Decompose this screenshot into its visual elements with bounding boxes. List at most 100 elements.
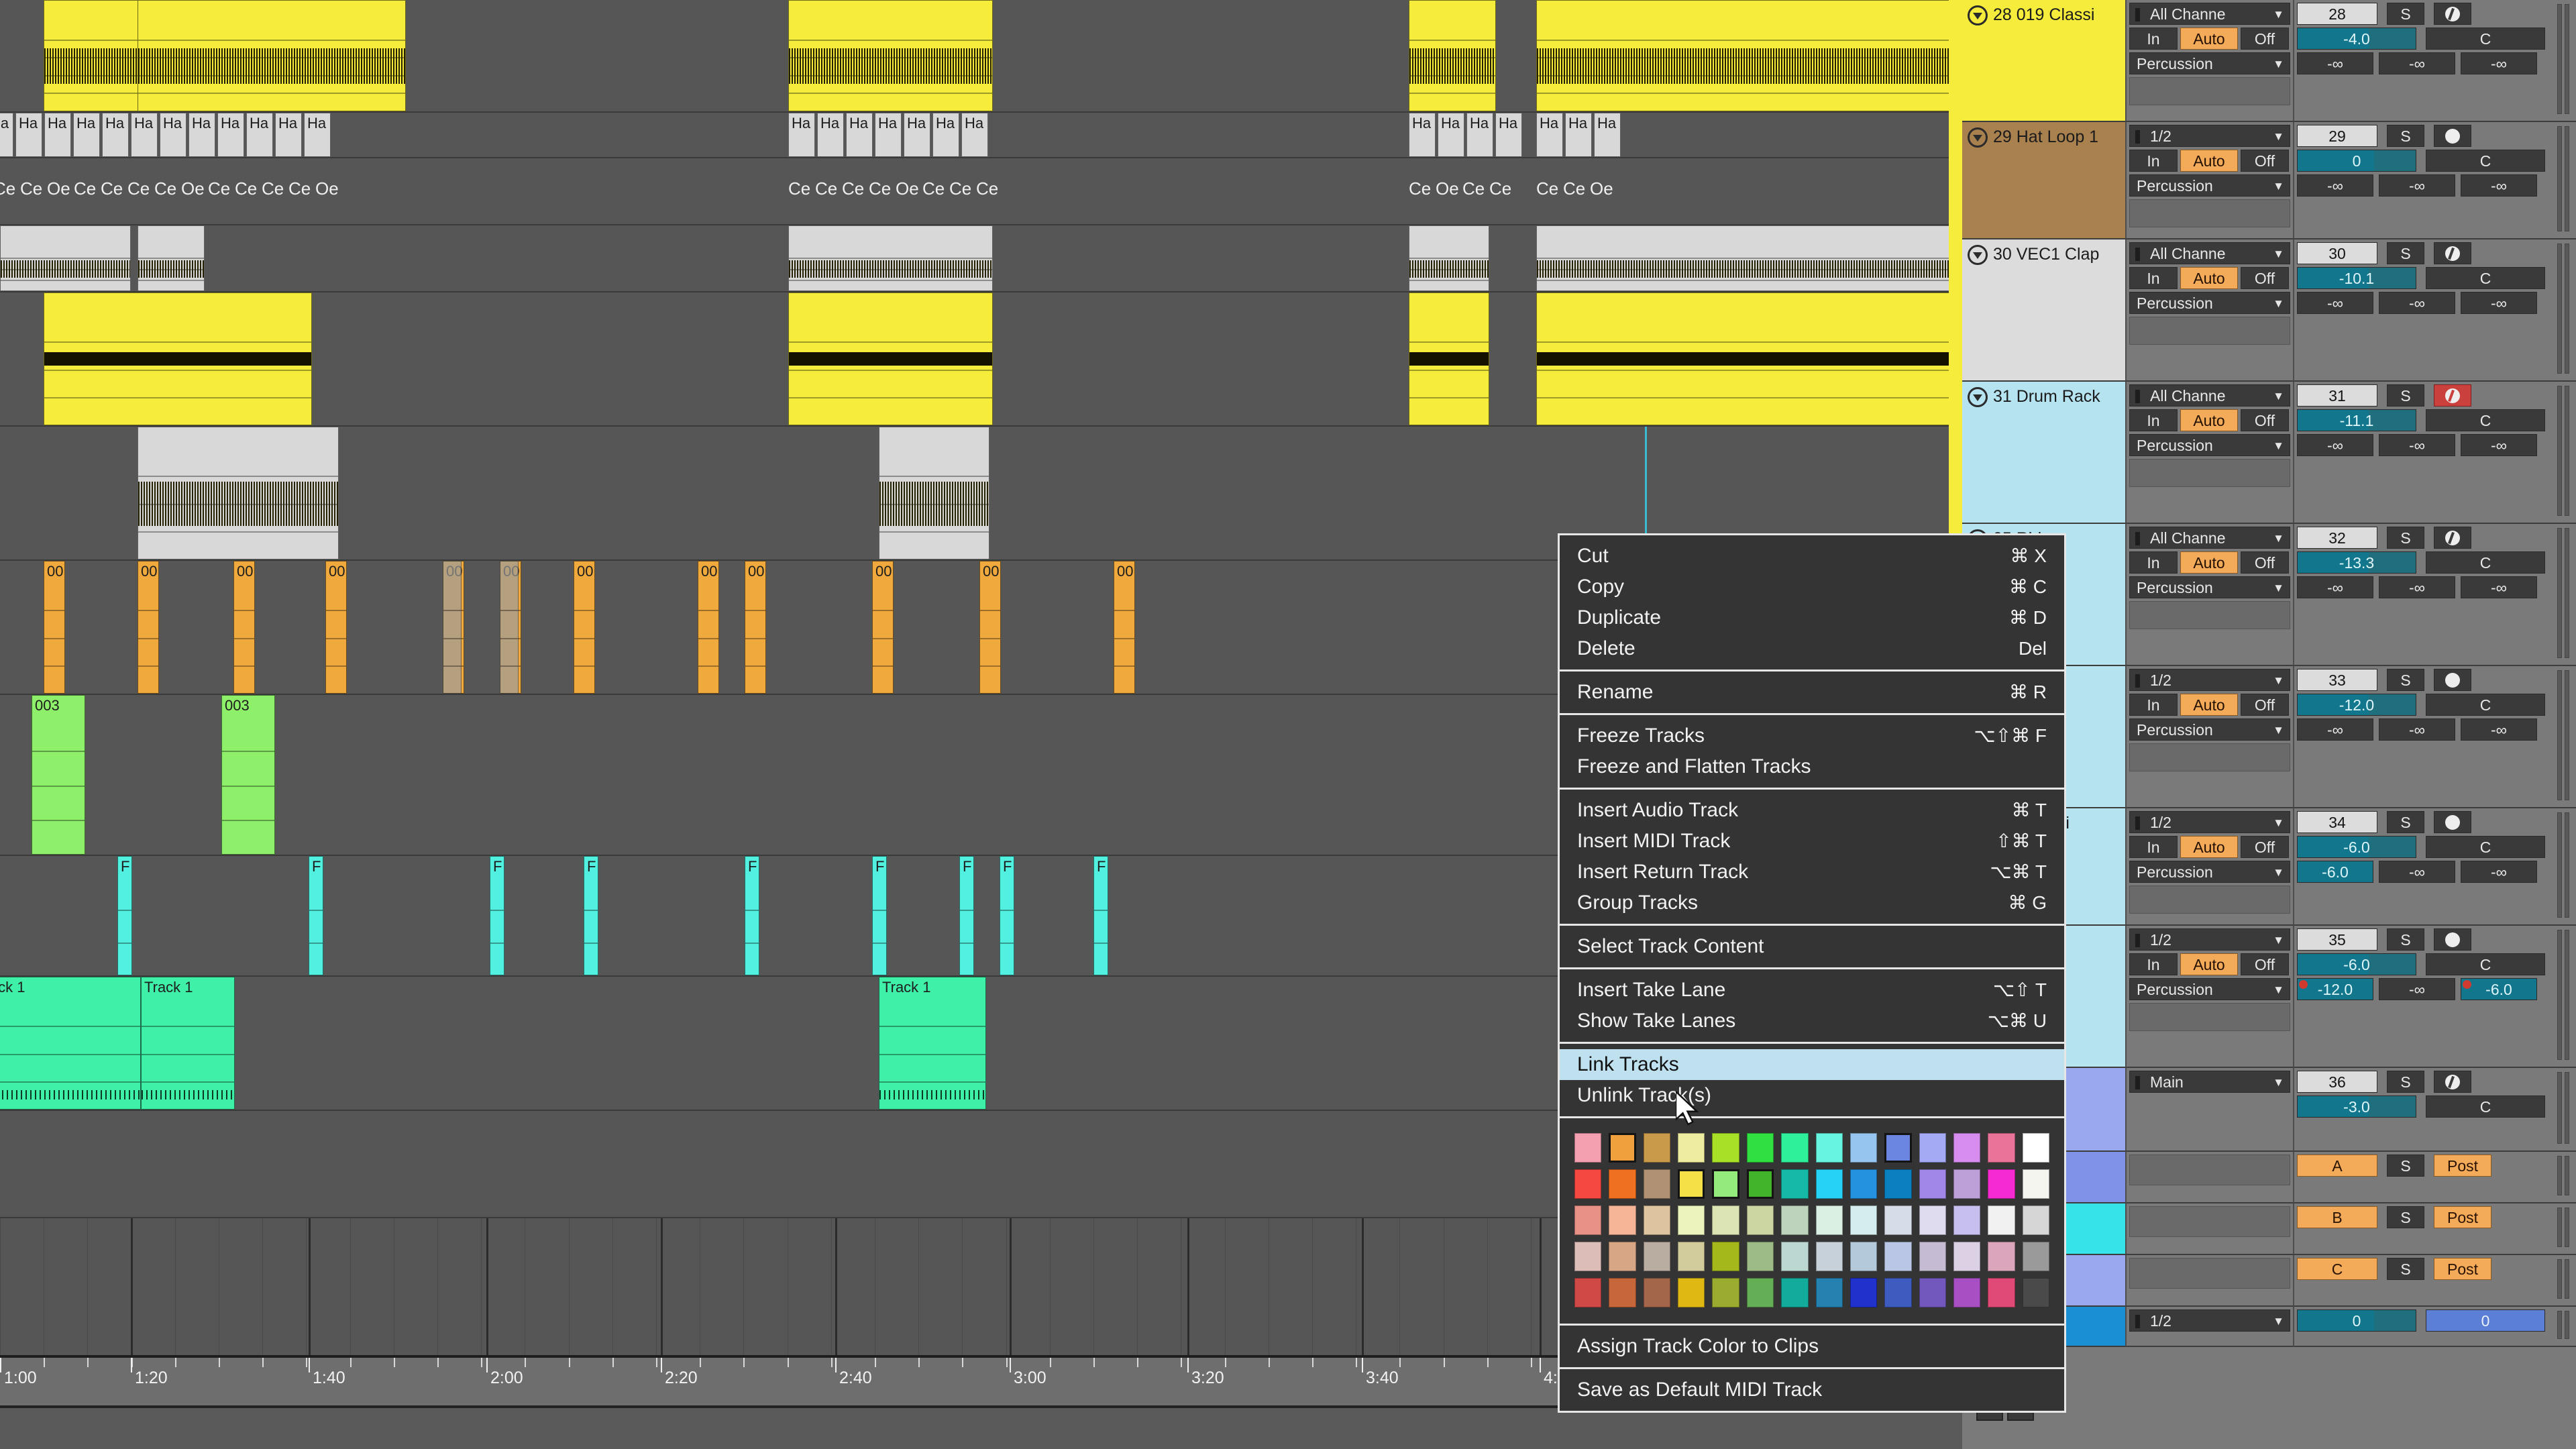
device-slot-placeholder[interactable] (2129, 1003, 2290, 1031)
send-C-display[interactable]: -∞ (2461, 861, 2537, 883)
monitor-off-button[interactable]: Off (2241, 267, 2289, 289)
monitor-in-button[interactable]: In (2129, 694, 2178, 716)
send-C-display[interactable]: -∞ (2461, 52, 2537, 74)
pan-display[interactable]: C (2426, 694, 2545, 716)
arrangement-clip[interactable]: Ha (817, 113, 844, 157)
return-track-mixer-column[interactable]: A S Post (2294, 1152, 2576, 1203)
input-routing-select[interactable]: Main ▼ (2129, 1071, 2290, 1093)
arrangement-clip[interactable] (879, 427, 989, 559)
pan-display[interactable]: C (2426, 28, 2545, 50)
monitor-auto-button[interactable]: Auto (2180, 694, 2238, 716)
arrangement-clip[interactable] (1409, 225, 1489, 291)
solo-button[interactable]: S (2387, 1155, 2424, 1177)
arrangement-clip[interactable]: Ha (904, 113, 930, 157)
arrangement-clip[interactable] (1409, 0, 1496, 111)
menu-item-save-as-default-midi-track[interactable]: Save as Default MIDI Track (1560, 1375, 2064, 1405)
arrangement-clip[interactable]: F (1000, 856, 1014, 975)
arrangement-clip[interactable] (788, 225, 993, 291)
track-number-display[interactable]: 30 (2297, 242, 2377, 264)
arrangement-clip[interactable] (788, 0, 993, 111)
color-swatch[interactable] (2022, 1278, 2049, 1307)
color-swatch[interactable] (1884, 1133, 1912, 1163)
track-mixer-column[interactable]: 35 S -6.0 C -12.0 -∞ -6.0 (2294, 926, 2576, 1068)
arrangement-clip[interactable]: Ha (875, 113, 902, 157)
send-B-display[interactable]: -∞ (2379, 174, 2455, 197)
return-letter-badge[interactable]: C (2297, 1258, 2377, 1280)
arrangement-clip[interactable]: Ha (961, 113, 988, 157)
send-C-display[interactable]: -∞ (2461, 174, 2537, 197)
color-swatch[interactable] (1643, 1169, 1671, 1199)
color-swatch[interactable] (1919, 1242, 1946, 1271)
arrangement-clip[interactable] (138, 225, 205, 291)
color-swatch[interactable] (2022, 1242, 2049, 1271)
arrangement-clip[interactable]: Ha (1466, 113, 1493, 157)
device-slot-placeholder[interactable] (2129, 1155, 2290, 1185)
arrangement-clip[interactable]: Ha (160, 113, 186, 157)
device-slot-placeholder[interactable] (2129, 1258, 2290, 1289)
color-swatch[interactable] (1609, 1278, 1636, 1307)
arrangement-clip[interactable]: Ha (44, 113, 71, 157)
monitor-auto-button[interactable]: Auto (2180, 551, 2238, 574)
track-io-column[interactable]: 1/2 ▼ In Auto Off Percussion ▼ (2127, 926, 2294, 1068)
device-slot-placeholder[interactable] (2129, 885, 2290, 914)
arrangement-clip[interactable]: Ha (1565, 113, 1592, 157)
color-swatch[interactable] (1746, 1205, 1774, 1235)
send-A-display[interactable]: -∞ (2297, 292, 2373, 314)
track-color-palette[interactable] (1560, 1124, 2064, 1318)
input-routing-select[interactable]: 1/2 ▼ (2129, 669, 2290, 691)
send-A-display[interactable]: -∞ (2297, 174, 2373, 197)
track-mixer-column[interactable]: 29 S 0 C -∞ -∞ -∞ (2294, 122, 2576, 239)
arrangement-clip[interactable] (1536, 225, 1962, 291)
send-A-display[interactable]: -∞ (2297, 434, 2373, 456)
send-A-display[interactable]: -∞ (2297, 576, 2373, 598)
device-slot-placeholder[interactable] (2129, 743, 2290, 771)
arrangement-clip[interactable]: 00 (872, 561, 894, 694)
arrangement-clip[interactable]: 00 (1114, 561, 1135, 694)
arrangement-clip[interactable] (500, 561, 519, 694)
record-arm-button[interactable] (2434, 928, 2471, 951)
main-volume-display[interactable]: 0 (2297, 1309, 2416, 1332)
color-swatch[interactable] (1815, 1205, 1843, 1235)
track-io-column[interactable]: 1/2 ▼ In Auto Off Percussion ▼ (2127, 808, 2294, 926)
color-swatch[interactable] (1678, 1133, 1705, 1163)
input-routing-select[interactable]: All Channe ▼ (2129, 242, 2290, 264)
send-C-display[interactable]: -6.0 (2461, 978, 2537, 1000)
menu-item-link-tracks[interactable]: Link Tracks (1560, 1049, 2064, 1080)
color-swatch[interactable] (1678, 1205, 1705, 1235)
color-swatch[interactable] (1574, 1242, 1602, 1271)
record-arm-button[interactable] (2434, 384, 2471, 407)
color-swatch[interactable] (1781, 1133, 1809, 1163)
monitor-off-button[interactable]: Off (2241, 836, 2289, 858)
color-swatch[interactable] (1712, 1242, 1739, 1271)
pan-display[interactable]: C (2426, 836, 2545, 858)
track-number-display[interactable]: 28 (2297, 3, 2377, 25)
main-track-output-column[interactable]: 1/2 ▼ (2127, 1307, 2294, 1347)
color-swatch[interactable] (1849, 1278, 1878, 1307)
color-swatch[interactable] (1746, 1169, 1774, 1199)
menu-item-duplicate[interactable]: Duplicate ⌘ D (1560, 602, 2064, 633)
output-group-select[interactable]: Percussion ▼ (2129, 576, 2290, 598)
input-routing-select[interactable]: 1/2 ▼ (2129, 811, 2290, 833)
track-io-column[interactable]: All Channe ▼ In Auto Off Percussion ▼ (2127, 382, 2294, 524)
arrangement-lane[interactable] (0, 225, 1962, 292)
menu-item-assign-track-color-to-clips[interactable]: Assign Track Color to Clips (1560, 1331, 2064, 1362)
menu-item-freeze-and-flatten-tracks[interactable]: Freeze and Flatten Tracks (1560, 751, 2064, 782)
arrangement-clip[interactable] (1409, 292, 1489, 425)
send-B-display[interactable]: -∞ (2379, 718, 2455, 741)
pan-display[interactable]: C (2426, 551, 2545, 574)
record-arm-button[interactable] (2434, 811, 2471, 833)
track-header-row[interactable]: 30 VEC1 Clap All Channe ▼ In Auto Off Percussi… (1962, 239, 2576, 382)
track-mixer-column[interactable]: 30 S -10.1 C -∞ -∞ -∞ (2294, 239, 2576, 382)
device-slot-placeholder[interactable] (2129, 317, 2290, 345)
record-arm-button[interactable] (2434, 3, 2471, 25)
track-io-column[interactable]: 1/2 ▼ In Auto Off Percussion ▼ (2127, 122, 2294, 239)
arrangement-clip[interactable]: Ha (1536, 113, 1563, 157)
pan-display[interactable]: C (2426, 1095, 2545, 1118)
send-C-display[interactable]: -∞ (2461, 718, 2537, 741)
chevron-down-icon[interactable] (1968, 245, 1988, 265)
arrangement-clip[interactable]: Ha (246, 113, 273, 157)
output-group-select[interactable]: Percussion ▼ (2129, 434, 2290, 456)
color-swatch[interactable] (1712, 1169, 1739, 1199)
color-swatch[interactable] (1574, 1133, 1602, 1163)
arrangement-clip[interactable]: F (490, 856, 504, 975)
